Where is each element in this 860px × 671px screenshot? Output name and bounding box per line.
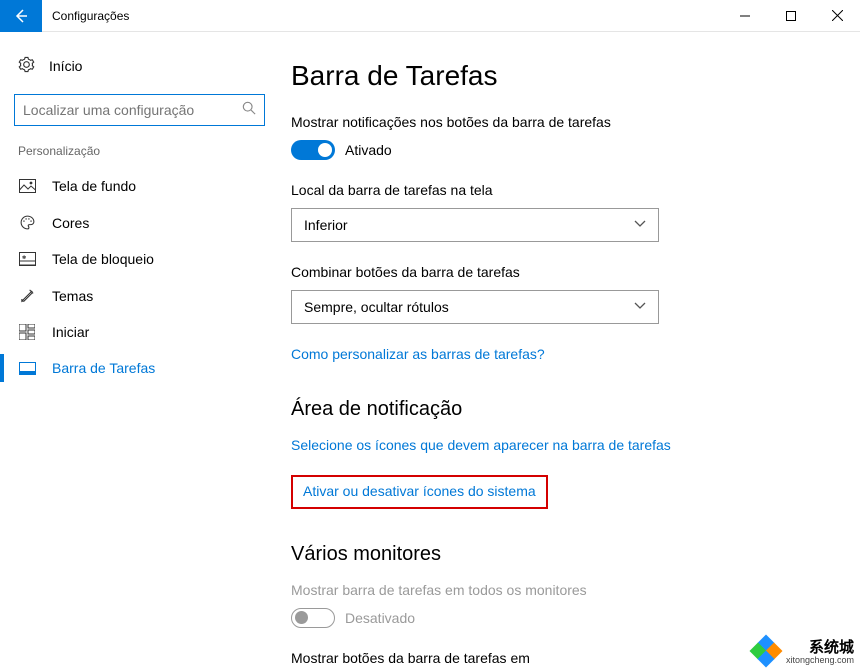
chevron-down-icon — [634, 301, 646, 313]
window-title: Configurações — [52, 9, 129, 23]
sidebar-item-start[interactable]: Iniciar — [14, 314, 271, 350]
sidebar-item-colors[interactable]: Cores — [14, 204, 271, 241]
nav-list: Tela de fundo Cores ✽ Tela de bloqueio T… — [14, 168, 271, 386]
location-value: Inferior — [304, 217, 348, 233]
search-input[interactable] — [23, 102, 242, 118]
notifications-state: Ativado — [345, 142, 392, 158]
svg-text:✽: ✽ — [22, 255, 26, 261]
sidebar: Início Personalização Tela de fundo Core… — [0, 32, 275, 671]
category-label: Personalização — [18, 144, 271, 158]
sidebar-item-themes[interactable]: Temas — [14, 277, 271, 314]
sidebar-item-label: Iniciar — [52, 324, 89, 340]
sidebar-item-label: Tela de fundo — [52, 178, 136, 194]
location-label: Local da barra de tarefas na tela — [291, 182, 830, 198]
themes-icon — [18, 287, 36, 304]
maximize-icon — [786, 11, 796, 21]
home-link[interactable]: Início — [14, 50, 271, 90]
sidebar-item-lockscreen[interactable]: ✽ Tela de bloqueio — [14, 241, 271, 277]
sidebar-item-label: Temas — [52, 288, 93, 304]
window-controls — [722, 0, 860, 32]
location-select[interactable]: Inferior — [291, 208, 659, 242]
close-icon — [832, 10, 843, 21]
sidebar-item-taskbar[interactable]: Barra de Tarefas — [14, 350, 271, 386]
notifications-toggle[interactable] — [291, 140, 335, 160]
notifications-toggle-row: Ativado — [291, 140, 830, 160]
multiple-monitors-heading: Vários monitores — [291, 543, 830, 566]
highlight-box: Ativar ou desativar ícones do sistema — [291, 475, 548, 509]
search-input-container[interactable] — [14, 94, 265, 126]
sidebar-item-label: Barra de Tarefas — [52, 360, 155, 376]
minimize-icon — [740, 11, 750, 21]
show-all-monitors-label: Mostrar barra de tarefas em todos os mon… — [291, 582, 830, 598]
page-title: Barra de Tarefas — [291, 60, 830, 92]
home-label: Início — [49, 58, 82, 74]
titlebar: Configurações — [0, 0, 860, 32]
minimize-button[interactable] — [722, 0, 768, 32]
system-icons-link[interactable]: Ativar ou desativar ícones do sistema — [303, 483, 536, 499]
sidebar-item-label: Tela de bloqueio — [52, 251, 154, 267]
show-all-state: Desativado — [345, 610, 415, 626]
combine-select[interactable]: Sempre, ocultar rótulos — [291, 290, 659, 324]
show-all-toggle[interactable] — [291, 608, 335, 628]
taskbar-icon — [18, 362, 36, 375]
chevron-down-icon — [634, 219, 646, 231]
back-button[interactable] — [0, 0, 42, 32]
customize-link[interactable]: Como personalizar as barras de tarefas? — [291, 346, 545, 362]
arrow-left-icon — [13, 8, 29, 24]
start-icon — [18, 324, 36, 340]
combine-value: Sempre, ocultar rótulos — [304, 299, 449, 315]
gear-icon — [18, 56, 35, 76]
close-button[interactable] — [814, 0, 860, 32]
maximize-button[interactable] — [768, 0, 814, 32]
select-icons-link[interactable]: Selecione os ícones que devem aparecer n… — [291, 437, 671, 453]
lockscreen-icon: ✽ — [18, 252, 36, 266]
notifications-label: Mostrar notificações nos botões da barra… — [291, 114, 830, 130]
sidebar-item-label: Cores — [52, 215, 89, 231]
show-all-toggle-row: Desativado — [291, 608, 830, 628]
sidebar-item-background[interactable]: Tela de fundo — [14, 168, 271, 204]
notification-area-heading: Área de notificação — [291, 398, 830, 421]
search-icon — [242, 101, 256, 120]
picture-icon — [18, 179, 36, 193]
main-content: Barra de Tarefas Mostrar notificações no… — [275, 32, 860, 671]
combine-label: Combinar botões da barra de tarefas — [291, 264, 830, 280]
show-buttons-label: Mostrar botões da barra de tarefas em — [291, 650, 830, 666]
palette-icon — [18, 214, 36, 231]
